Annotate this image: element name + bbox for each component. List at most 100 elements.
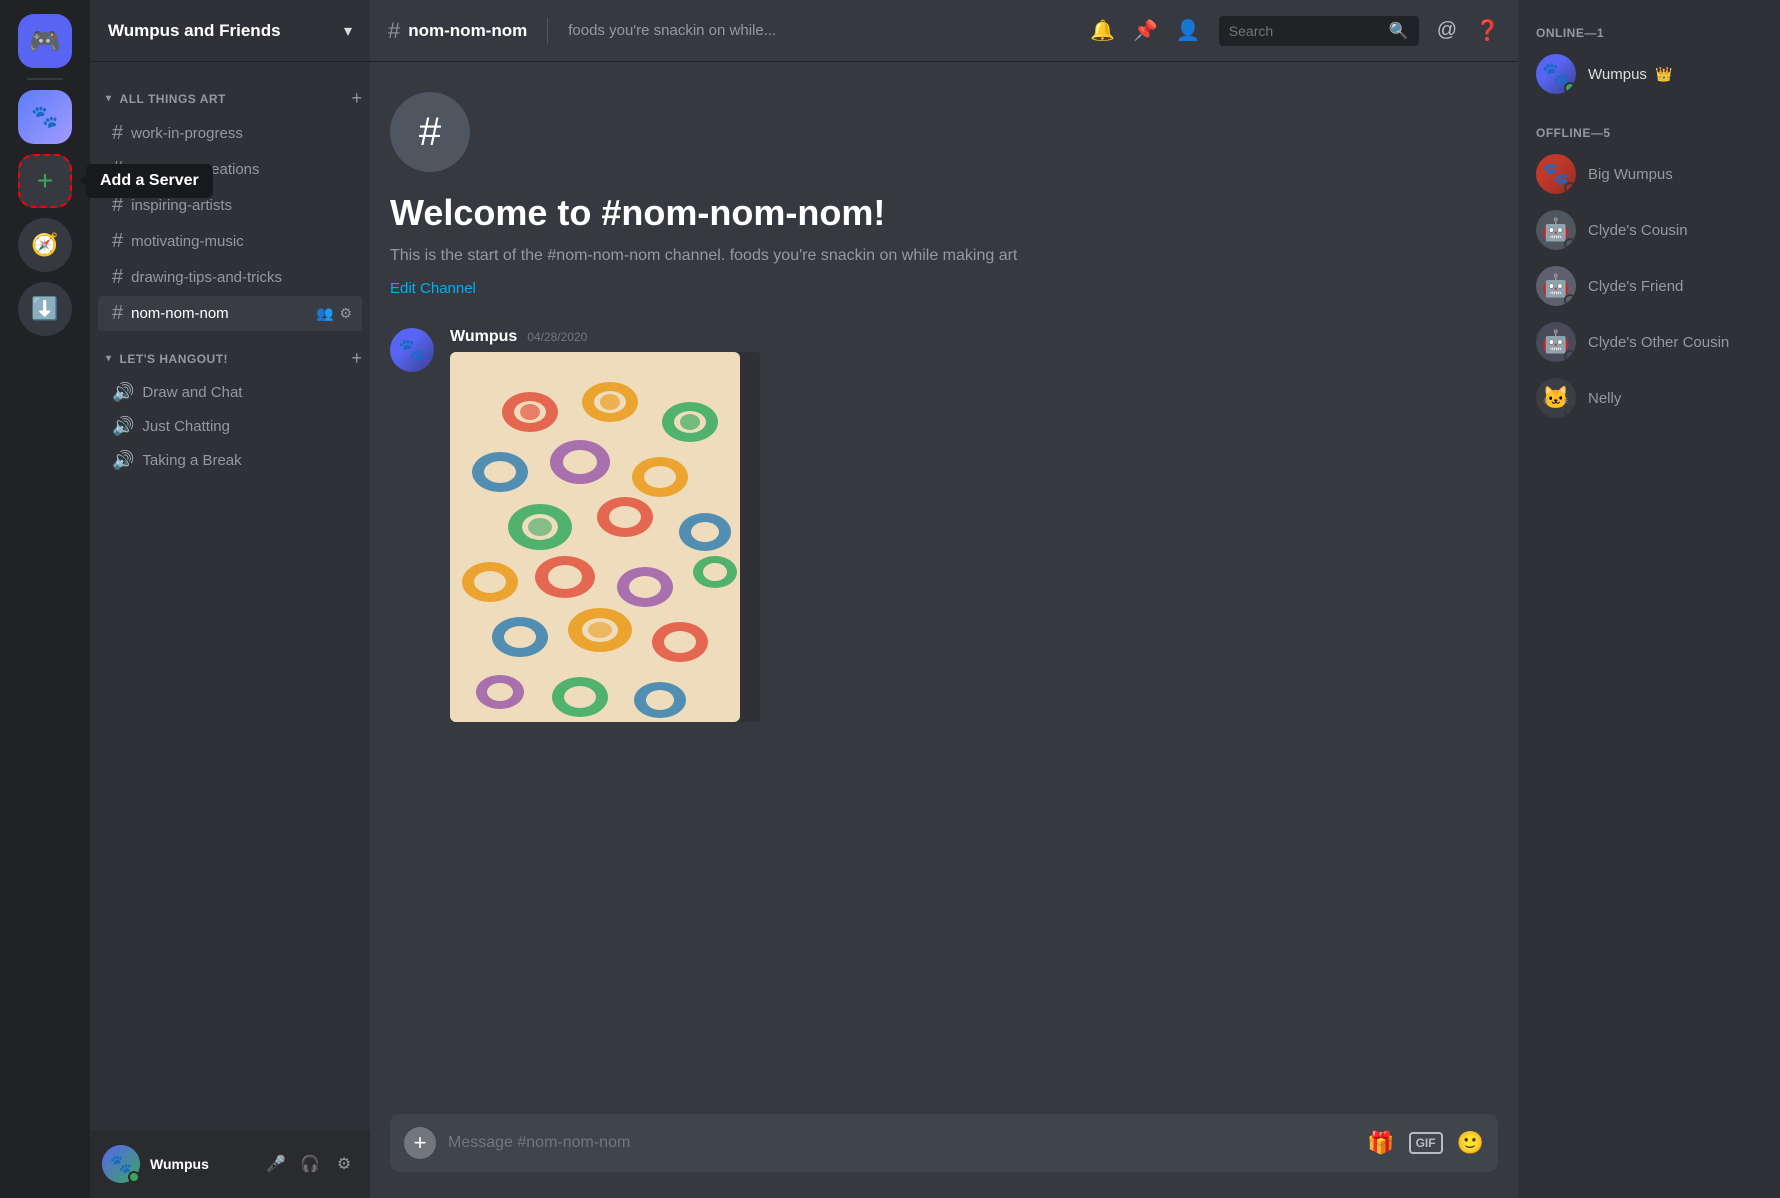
- message-input-area: + 🎁 GIF 🙂: [370, 1114, 1518, 1198]
- member-item-big-wumpus[interactable]: 🐾 Big Wumpus: [1528, 146, 1770, 202]
- message-input-field[interactable]: [448, 1134, 1355, 1152]
- settings-icon[interactable]: ⚙: [339, 305, 352, 322]
- channel-taking-a-break[interactable]: 🔊 Taking a Break: [98, 444, 362, 477]
- message-username[interactable]: Wumpus: [450, 328, 517, 346]
- channel-name-label: work-in-progress: [131, 125, 352, 142]
- member-name-clydes-other-cousin: Clyde's Other Cousin: [1588, 334, 1729, 351]
- members-sidebar: ONLINE—1 🐾 Wumpus 👑 OFFLINE—5 🐾 Big Wump…: [1518, 0, 1780, 1198]
- hash-symbol: #: [419, 110, 441, 155]
- online-section-header: ONLINE—1: [1528, 18, 1770, 46]
- welcome-hash-icon: #: [390, 92, 470, 172]
- channel-inspiring-artists[interactable]: # inspiring-artists: [98, 188, 362, 223]
- add-channel-art[interactable]: +: [351, 88, 362, 109]
- current-user-avatar: 🐾: [102, 1145, 140, 1183]
- channel-name-label: drawing-tips-and-tricks: [131, 269, 352, 286]
- member-avatar-wumpus: 🐾: [1536, 54, 1576, 94]
- help-icon[interactable]: ❓: [1475, 18, 1500, 43]
- member-avatar-nelly: 🐱: [1536, 378, 1576, 418]
- member-item-nelly[interactable]: 🐱 Nelly: [1528, 370, 1770, 426]
- user-info: Wumpus: [150, 1156, 252, 1172]
- server-divider: [27, 78, 63, 80]
- server-icon-download[interactable]: ⬇️: [18, 282, 72, 336]
- channel-welcome: # Welcome to #nom-nom-nom! This is the s…: [390, 92, 1498, 328]
- channel-post-your-creations[interactable]: # post-your-creations: [98, 152, 362, 187]
- mute-button[interactable]: 🎤: [262, 1150, 290, 1178]
- channel-name-label: Draw and Chat: [142, 384, 352, 401]
- message-image: [450, 352, 760, 722]
- message-group: 🐾 Wumpus 04/28/2020: [390, 328, 1498, 722]
- member-item-clydes-cousin[interactable]: 🤖 Clyde's Cousin: [1528, 202, 1770, 258]
- welcome-description: This is the start of the #nom-nom-nom ch…: [390, 244, 1498, 268]
- channel-motivating-music[interactable]: # motivating-music: [98, 224, 362, 259]
- message-input-bar: + 🎁 GIF 🙂: [390, 1114, 1498, 1172]
- message-avatar: 🐾: [390, 328, 434, 372]
- category-all-things-art[interactable]: ▾ ALL THINGS ART +: [90, 72, 370, 115]
- voice-icon: 🔊: [112, 416, 134, 437]
- at-icon[interactable]: @: [1437, 19, 1457, 42]
- search-placeholder: Search: [1229, 23, 1273, 39]
- channel-name-label: post-your-creations: [131, 161, 352, 178]
- notification-bell-icon[interactable]: 🔔: [1090, 18, 1115, 43]
- add-server-button[interactable]: +: [18, 154, 72, 208]
- emoji-icon[interactable]: 🙂: [1457, 1130, 1484, 1156]
- search-bar[interactable]: Search 🔍: [1219, 16, 1419, 46]
- member-item-clydes-friend[interactable]: 🤖 Clyde's Friend: [1528, 258, 1770, 314]
- top-bar: # nom-nom-nom foods you're snackin on wh…: [370, 0, 1518, 62]
- member-offline-dot: [1564, 350, 1576, 362]
- member-item-wumpus[interactable]: 🐾 Wumpus 👑: [1528, 46, 1770, 102]
- main-content: # nom-nom-nom foods you're snackin on wh…: [370, 0, 1518, 1198]
- user-settings-button[interactable]: ⚙: [330, 1150, 358, 1178]
- invite-members-icon[interactable]: 👥: [316, 305, 333, 322]
- member-name-clydes-cousin: Clyde's Cousin: [1588, 222, 1688, 239]
- gif-button[interactable]: GIF: [1409, 1132, 1443, 1154]
- channel-name-label: motivating-music: [131, 233, 352, 250]
- hash-icon: #: [112, 122, 123, 145]
- member-offline-dot: [1564, 406, 1576, 418]
- category-chevron-hangout: ▾: [106, 353, 112, 364]
- pin-icon[interactable]: 📌: [1133, 18, 1158, 43]
- add-server-wrapper: + Add a Server: [18, 154, 72, 208]
- headphones-button[interactable]: 🎧: [296, 1150, 324, 1178]
- members-icon[interactable]: 👤: [1176, 18, 1201, 43]
- cereal-image[interactable]: [450, 352, 740, 722]
- topbar-description: foods you're snackin on while...: [568, 22, 1074, 39]
- member-name-clydes-friend: Clyde's Friend: [1588, 278, 1683, 295]
- member-item-clydes-other-cousin[interactable]: 🤖 Clyde's Other Cousin: [1528, 314, 1770, 370]
- channel-drawing-tips[interactable]: # drawing-tips-and-tricks: [98, 260, 362, 295]
- channel-name-label: inspiring-artists: [131, 197, 352, 214]
- voice-icon: 🔊: [112, 382, 134, 403]
- gift-icon[interactable]: 🎁: [1367, 1130, 1394, 1156]
- user-controls: 🎤 🎧 ⚙: [262, 1150, 358, 1178]
- channels-list: ▾ ALL THINGS ART + # work-in-progress # …: [90, 62, 370, 1130]
- server-icon-wumpus-friends[interactable]: 🐾: [18, 90, 72, 144]
- member-offline-dot: [1564, 182, 1576, 194]
- channel-nom-nom-nom[interactable]: # nom-nom-nom 👥 ⚙: [98, 296, 362, 331]
- member-name-big-wumpus: Big Wumpus: [1588, 166, 1673, 183]
- member-avatar-clydes-cousin: 🤖: [1536, 210, 1576, 250]
- hash-icon: #: [112, 230, 123, 253]
- server-icon-discord-home[interactable]: 🎮: [18, 14, 72, 68]
- cereal-svg: [450, 352, 740, 722]
- chat-area: # Welcome to #nom-nom-nom! This is the s…: [370, 62, 1518, 1114]
- message-content: Wumpus 04/28/2020: [450, 328, 1498, 722]
- search-icon: 🔍: [1389, 21, 1409, 41]
- member-avatar-clydes-other-cousin: 🤖: [1536, 322, 1576, 362]
- channel-name-label: nom-nom-nom: [131, 305, 316, 322]
- topbar-divider: [547, 18, 548, 44]
- message-timestamp: 04/28/2020: [527, 330, 587, 344]
- offline-section-header: OFFLINE—5: [1528, 118, 1770, 146]
- edit-channel-link[interactable]: Edit Channel: [390, 280, 476, 297]
- attach-file-button[interactable]: +: [404, 1127, 436, 1159]
- channel-draw-and-chat[interactable]: 🔊 Draw and Chat: [98, 376, 362, 409]
- add-channel-hangout[interactable]: +: [351, 348, 362, 369]
- channel-work-in-progress[interactable]: # work-in-progress: [98, 116, 362, 151]
- channel-just-chatting[interactable]: 🔊 Just Chatting: [98, 410, 362, 443]
- hash-icon: #: [112, 302, 123, 325]
- channel-name-label: Just Chatting: [142, 418, 352, 435]
- server-header[interactable]: Wumpus and Friends ▾: [90, 0, 370, 62]
- server-icon-explore[interactable]: 🧭: [18, 218, 72, 272]
- topbar-channel-name-label: nom-nom-nom: [408, 21, 527, 41]
- category-lets-hangout[interactable]: ▾ LET'S HANGOUT! +: [90, 332, 370, 375]
- channel-action-icons: 👥 ⚙: [316, 305, 352, 322]
- channel-sidebar: Wumpus and Friends ▾ ▾ ALL THINGS ART + …: [90, 0, 370, 1198]
